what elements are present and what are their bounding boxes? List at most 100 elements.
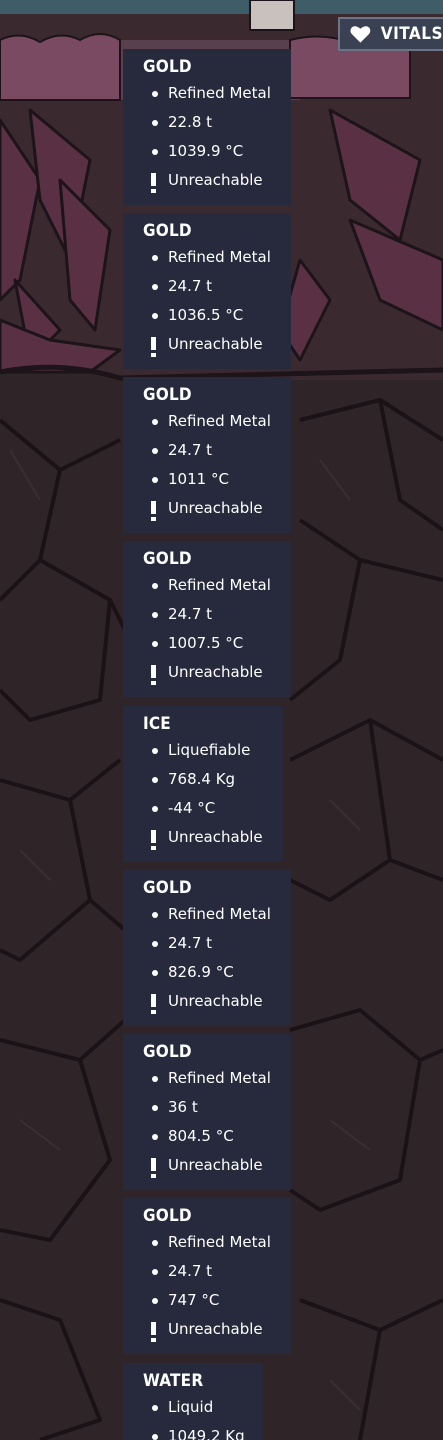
vitals-label: VITALS <box>380 23 443 44</box>
row-text: Refined Metal <box>168 412 271 430</box>
exclamation-icon <box>151 501 156 521</box>
info-row: 24.7 t <box>143 436 291 465</box>
row-text: -44 °C <box>168 799 216 817</box>
row-text: 1039.9 °C <box>168 142 244 160</box>
element-info-card: GOLD Refined Metal 24.7 t 1036.5 °C Unre… <box>123 213 291 369</box>
row-text: Unreachable <box>168 828 263 846</box>
row-text: 826.9 °C <box>168 963 234 981</box>
bullet-icon <box>152 1076 158 1082</box>
info-row: 1039.9 °C <box>143 137 291 166</box>
row-text: Refined Metal <box>168 576 271 594</box>
bullet-icon <box>152 419 158 425</box>
row-text: Unreachable <box>168 335 263 353</box>
card-title: GOLD <box>143 1042 192 1062</box>
element-info-card: GOLD Refined Metal 24.7 t 1007.5 °C Unre… <box>123 541 291 697</box>
element-info-card: GOLD Refined Metal 22.8 t 1039.9 °C Unre… <box>123 49 291 205</box>
info-row: Refined Metal <box>143 243 291 272</box>
bullet-icon <box>152 583 158 589</box>
row-text: Unreachable <box>168 1156 263 1174</box>
info-row: Unreachable <box>143 330 291 359</box>
exclamation-icon <box>151 337 156 357</box>
bullet-icon <box>152 255 158 261</box>
info-row: Unreachable <box>143 1315 291 1344</box>
info-row: 826.9 °C <box>143 958 291 987</box>
info-row: Liquefiable <box>143 736 283 765</box>
bullet-icon <box>152 149 158 155</box>
bullet-icon <box>152 806 158 812</box>
row-text: Refined Metal <box>168 1233 271 1251</box>
info-row: 747 °C <box>143 1286 291 1315</box>
bullet-icon <box>152 1405 158 1411</box>
bullet-icon <box>152 120 158 126</box>
info-row: -44 °C <box>143 794 283 823</box>
info-row: Refined Metal <box>143 407 291 436</box>
info-row: Refined Metal <box>143 1228 291 1257</box>
row-text: Refined Metal <box>168 84 271 102</box>
card-title: GOLD <box>143 385 192 405</box>
bullet-icon <box>152 1240 158 1246</box>
row-text: Unreachable <box>168 992 263 1010</box>
info-row: Unreachable <box>143 1151 291 1180</box>
element-info-card: GOLD Refined Metal 24.7 t 1011 °C Unreac… <box>123 377 291 533</box>
exclamation-icon <box>151 994 156 1014</box>
row-text: 24.7 t <box>168 277 213 295</box>
card-title: GOLD <box>143 1206 192 1226</box>
bullet-icon <box>152 448 158 454</box>
bullet-icon <box>152 91 158 97</box>
bullet-icon <box>152 1269 158 1275</box>
bullet-icon <box>152 1105 158 1111</box>
bullet-icon <box>152 477 158 483</box>
info-row: Unreachable <box>143 987 291 1016</box>
info-row: 24.7 t <box>143 600 291 629</box>
row-text: Liquefiable <box>168 741 251 759</box>
row-text: 804.5 °C <box>168 1127 234 1145</box>
card-title: GOLD <box>143 549 192 569</box>
info-row: 22.8 t <box>143 108 291 137</box>
exclamation-icon <box>151 830 156 850</box>
info-row: 24.7 t <box>143 272 291 301</box>
exclamation-icon <box>151 1322 156 1342</box>
row-text: 24.7 t <box>168 934 213 952</box>
vitals-button[interactable]: VITALS <box>338 17 443 51</box>
info-row: Refined Metal <box>143 79 291 108</box>
info-row: Unreachable <box>143 494 291 523</box>
row-text: 36 t <box>168 1098 198 1116</box>
info-row: 804.5 °C <box>143 1122 291 1151</box>
card-title: GOLD <box>143 878 192 898</box>
exclamation-icon <box>151 173 156 193</box>
row-text: 24.7 t <box>168 441 213 459</box>
info-row: 768.4 Kg <box>143 765 283 794</box>
element-info-card: WATER Liquid 1049.2 Kg <box>123 1363 263 1440</box>
bullet-icon <box>152 970 158 976</box>
info-row: 1049.2 Kg <box>143 1422 263 1440</box>
info-row: Unreachable <box>143 823 283 852</box>
row-text: 747 °C <box>168 1291 220 1309</box>
info-row: 36 t <box>143 1093 291 1122</box>
row-text: 1011 °C <box>168 470 229 488</box>
bullet-icon <box>152 641 158 647</box>
bullet-icon <box>152 1134 158 1140</box>
element-info-card: GOLD Refined Metal 36 t 804.5 °C Unreach… <box>123 1034 291 1190</box>
bullet-icon <box>152 1434 158 1440</box>
row-text: Unreachable <box>168 1320 263 1338</box>
info-row: Refined Metal <box>143 571 291 600</box>
info-row: 24.7 t <box>143 1257 291 1286</box>
row-text: 24.7 t <box>168 605 213 623</box>
bullet-icon <box>152 1298 158 1304</box>
bullet-icon <box>152 748 158 754</box>
row-text: 1036.5 °C <box>168 306 244 324</box>
info-row: Refined Metal <box>143 1064 291 1093</box>
info-row: 1007.5 °C <box>143 629 291 658</box>
bullet-icon <box>152 941 158 947</box>
row-text: Liquid <box>168 1398 214 1416</box>
element-info-card: GOLD Refined Metal 24.7 t 826.9 °C Unrea… <box>123 870 291 1026</box>
card-title: ICE <box>143 714 171 734</box>
info-row: 1011 °C <box>143 465 291 494</box>
row-text: Refined Metal <box>168 248 271 266</box>
row-text: 1049.2 Kg <box>168 1427 245 1440</box>
card-title: GOLD <box>143 57 192 77</box>
bullet-icon <box>152 313 158 319</box>
row-text: 24.7 t <box>168 1262 213 1280</box>
info-row: Unreachable <box>143 658 291 687</box>
info-row: Unreachable <box>143 166 291 195</box>
